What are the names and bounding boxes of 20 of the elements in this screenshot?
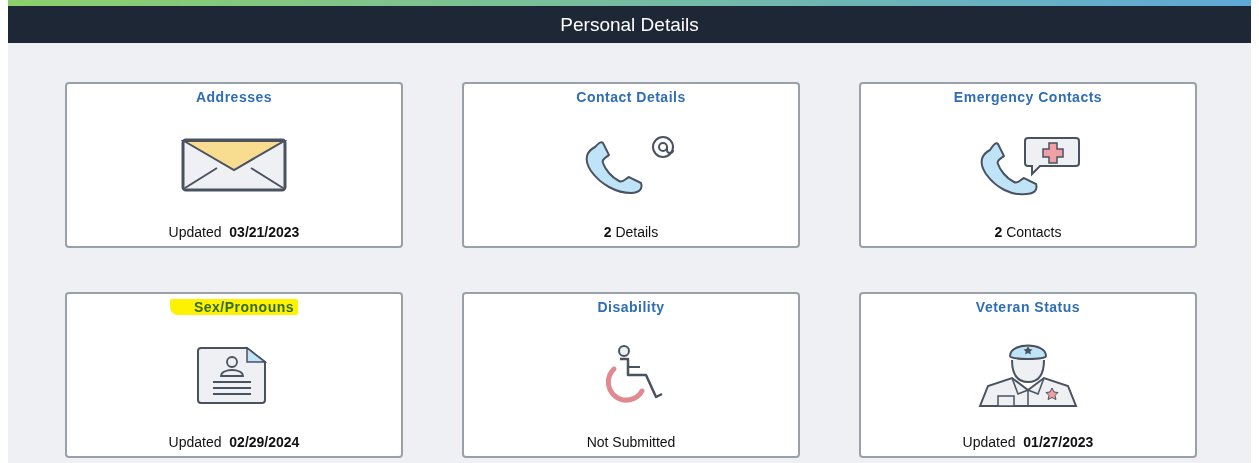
tile-title: Veteran Status	[974, 299, 1082, 315]
envelope-icon	[181, 137, 287, 192]
tile-title: Sex/Pronouns	[169, 299, 299, 315]
tile-status: Updated 02/29/2024	[168, 434, 300, 450]
tile-title: Disability	[596, 299, 666, 315]
tile-status: 2 Details	[603, 224, 659, 240]
page-title: Personal Details	[560, 13, 699, 36]
tile-status: Not Submitted	[586, 434, 676, 450]
tile-title: Contact Details	[575, 89, 687, 105]
tile-title: Emergency Contacts	[952, 89, 1104, 105]
tile-title: Addresses	[194, 89, 274, 105]
tile[interactable]: Veteran Status Updated 01/27/2023	[859, 292, 1197, 458]
tile[interactable]: Contact Details 2 Details	[462, 82, 800, 248]
tile[interactable]: Sex/Pronouns Updated 02/29/2024	[65, 292, 403, 458]
tile[interactable]: Addresses Updated 03/21/2023	[65, 82, 403, 248]
tile-status: 2 Contacts	[994, 224, 1062, 240]
tile-status: Updated 03/21/2023	[168, 224, 300, 240]
tile[interactable]: Disability Not Submitted	[462, 292, 800, 458]
tile[interactable]: Emergency Contacts 2 Contacts	[859, 82, 1197, 248]
tile-status: Updated 01/27/2023	[962, 434, 1094, 450]
